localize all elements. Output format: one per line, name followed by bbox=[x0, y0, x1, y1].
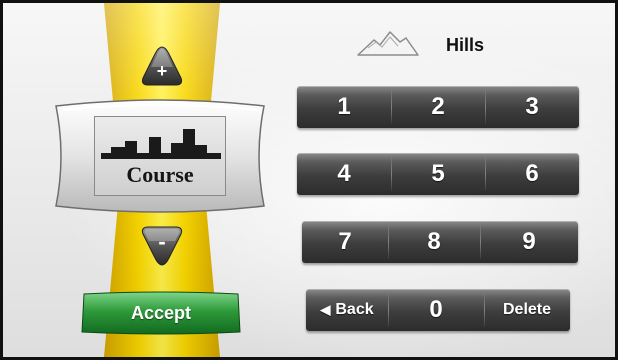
program-header: Hills bbox=[356, 28, 516, 60]
accept-label: Accept bbox=[130, 303, 192, 323]
keypad-row-2: 4 5 6 bbox=[297, 153, 579, 195]
plus-symbol: + bbox=[157, 61, 168, 81]
keypad-row-1: 1 2 3 bbox=[297, 86, 579, 128]
key-1[interactable]: 1 bbox=[297, 86, 391, 128]
key-9[interactable]: 9 bbox=[480, 221, 578, 263]
back-button[interactable]: ◀ Back bbox=[306, 289, 388, 331]
plus-arrow-up-icon: + bbox=[141, 46, 183, 86]
key-7[interactable]: 7 bbox=[302, 221, 388, 263]
back-label: Back bbox=[335, 301, 374, 318]
key-8[interactable]: 8 bbox=[388, 221, 480, 263]
increase-button[interactable]: + bbox=[139, 44, 185, 88]
minus-symbol: - bbox=[158, 229, 165, 254]
keypad-row-3: 7 8 9 bbox=[302, 221, 578, 263]
key-6[interactable]: 6 bbox=[485, 153, 579, 195]
course-label: Course bbox=[126, 162, 194, 187]
key-3[interactable]: 3 bbox=[485, 86, 579, 128]
left-triangle-icon: ◀ bbox=[320, 302, 331, 317]
decrease-button[interactable]: - bbox=[139, 224, 185, 268]
key-2[interactable]: 2 bbox=[391, 86, 485, 128]
course-selector[interactable]: Course bbox=[50, 96, 270, 216]
program-label: Hills bbox=[446, 35, 485, 55]
minus-arrow-down-icon: - bbox=[141, 226, 183, 266]
key-4[interactable]: 4 bbox=[297, 153, 391, 195]
keypad-row-4: ◀ Back 0 Delete bbox=[306, 289, 570, 331]
accept-button[interactable]: Accept bbox=[80, 290, 242, 336]
delete-button[interactable]: Delete bbox=[484, 289, 570, 331]
key-5[interactable]: 5 bbox=[391, 153, 485, 195]
course-display: Course bbox=[94, 116, 226, 196]
key-0[interactable]: 0 bbox=[388, 289, 484, 331]
hills-icon bbox=[356, 28, 420, 58]
course-profile-icon bbox=[101, 129, 221, 159]
